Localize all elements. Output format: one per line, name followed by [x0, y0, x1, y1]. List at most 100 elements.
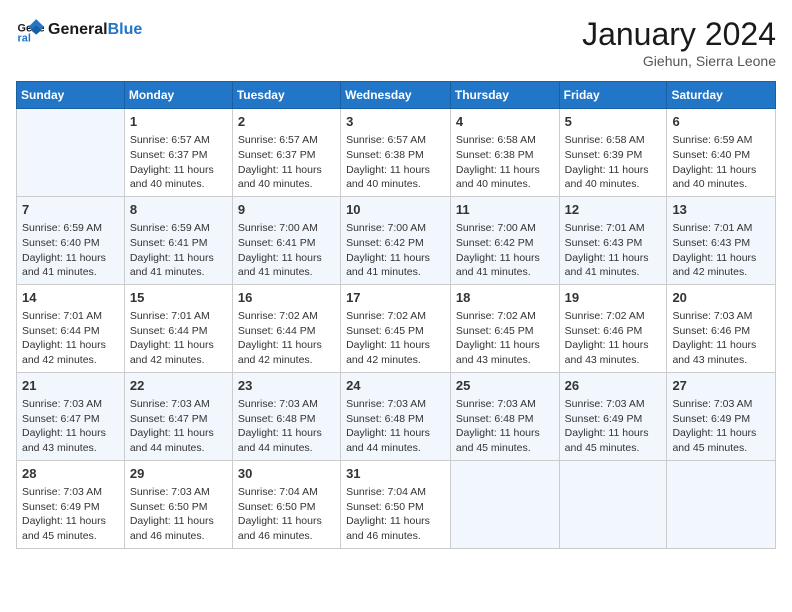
day-info: and 41 minutes. — [130, 265, 227, 280]
weekday-header: Monday — [124, 82, 232, 109]
day-info: and 44 minutes. — [346, 441, 445, 456]
day-info: Daylight: 11 hours — [565, 338, 662, 353]
day-info: Sunrise: 7:03 AM — [565, 397, 662, 412]
day-info: Sunrise: 7:03 AM — [346, 397, 445, 412]
calendar-cell: 18Sunrise: 7:02 AMSunset: 6:45 PMDayligh… — [450, 284, 559, 372]
day-info: and 42 minutes. — [238, 353, 335, 368]
day-number: 15 — [130, 289, 227, 307]
day-info: Sunset: 6:49 PM — [672, 412, 770, 427]
day-number: 19 — [565, 289, 662, 307]
calendar-cell: 25Sunrise: 7:03 AMSunset: 6:48 PMDayligh… — [450, 372, 559, 460]
day-number: 7 — [22, 201, 119, 219]
calendar-cell: 12Sunrise: 7:01 AMSunset: 6:43 PMDayligh… — [559, 196, 667, 284]
day-info: Sunrise: 7:00 AM — [346, 221, 445, 236]
day-info: Daylight: 11 hours — [238, 338, 335, 353]
logo: Gene ral GeneralBlue — [16, 16, 142, 44]
day-info: Sunset: 6:37 PM — [238, 148, 335, 163]
day-info: Daylight: 11 hours — [346, 163, 445, 178]
day-info: Sunset: 6:48 PM — [456, 412, 554, 427]
day-info: Sunrise: 7:03 AM — [130, 485, 227, 500]
calendar-cell: 20Sunrise: 7:03 AMSunset: 6:46 PMDayligh… — [667, 284, 776, 372]
calendar-cell: 5Sunrise: 6:58 AMSunset: 6:39 PMDaylight… — [559, 109, 667, 197]
day-number: 23 — [238, 377, 335, 395]
day-info: and 46 minutes. — [238, 529, 335, 544]
day-info: Sunset: 6:46 PM — [672, 324, 770, 339]
day-info: Sunset: 6:49 PM — [565, 412, 662, 427]
calendar-cell: 15Sunrise: 7:01 AMSunset: 6:44 PMDayligh… — [124, 284, 232, 372]
calendar-week-row: 7 Sunrise: 6:59 AM Sunset: 6:40 PM Daylight… — [17, 196, 776, 284]
day-number: 20 — [672, 289, 770, 307]
day-info: and 46 minutes. — [130, 529, 227, 544]
day-number: 21 — [22, 377, 119, 395]
day-info: Sunset: 6:41 PM — [238, 236, 335, 251]
day-info: and 43 minutes. — [22, 441, 119, 456]
calendar-cell — [450, 460, 559, 548]
day-info: Sunset: 6:42 PM — [346, 236, 445, 251]
calendar-cell: 24Sunrise: 7:03 AMSunset: 6:48 PMDayligh… — [341, 372, 451, 460]
day-info: Daylight: 11 hours — [238, 251, 335, 266]
day-info: Sunset: 6:47 PM — [22, 412, 119, 427]
calendar-cell: 8Sunrise: 6:59 AMSunset: 6:41 PMDaylight… — [124, 196, 232, 284]
day-info: and 40 minutes. — [130, 177, 227, 192]
day-number: 8 — [130, 201, 227, 219]
day-info: Daylight: 11 hours — [456, 251, 554, 266]
day-info: Daylight: 11 hours — [565, 251, 662, 266]
day-info: Sunset: 6:50 PM — [346, 500, 445, 515]
day-info: Sunrise: 7:03 AM — [130, 397, 227, 412]
day-info: Daylight: 11 hours — [238, 514, 335, 529]
day-number: 5 — [565, 113, 662, 131]
day-info: Sunset: 6:45 PM — [456, 324, 554, 339]
calendar-body: 1Sunrise: 6:57 AMSunset: 6:37 PMDaylight… — [17, 109, 776, 549]
calendar-cell: 17Sunrise: 7:02 AMSunset: 6:45 PMDayligh… — [341, 284, 451, 372]
calendar-cell: 29Sunrise: 7:03 AMSunset: 6:50 PMDayligh… — [124, 460, 232, 548]
calendar-cell: 19Sunrise: 7:02 AMSunset: 6:46 PMDayligh… — [559, 284, 667, 372]
day-info: Sunset: 6:44 PM — [130, 324, 227, 339]
svg-text:ral: ral — [18, 33, 31, 44]
day-info: Daylight: 11 hours — [672, 338, 770, 353]
day-number: 26 — [565, 377, 662, 395]
day-info: Daylight: 11 hours — [130, 251, 227, 266]
day-info: Sunset: 6:48 PM — [346, 412, 445, 427]
day-info: Sunset: 6:47 PM — [130, 412, 227, 427]
day-info: and 40 minutes. — [672, 177, 770, 192]
day-number: 13 — [672, 201, 770, 219]
day-info: Sunrise: 7:00 AM — [238, 221, 335, 236]
day-info: Sunset: 6:50 PM — [238, 500, 335, 515]
calendar-cell: 4Sunrise: 6:58 AMSunset: 6:38 PMDaylight… — [450, 109, 559, 197]
day-info: Daylight: 11 hours — [672, 163, 770, 178]
weekday-header: Sunday — [17, 82, 125, 109]
location-subtitle: Giehun, Sierra Leone — [582, 53, 776, 69]
calendar-cell: 27Sunrise: 7:03 AMSunset: 6:49 PMDayligh… — [667, 372, 776, 460]
day-info: Sunrise: 6:59 AM — [130, 221, 227, 236]
day-number: 25 — [456, 377, 554, 395]
day-info: and 40 minutes. — [456, 177, 554, 192]
day-info: and 42 minutes. — [130, 353, 227, 368]
day-info: Sunrise: 6:57 AM — [238, 133, 335, 148]
logo-blue: Blue — [108, 21, 143, 38]
calendar-cell — [17, 109, 125, 197]
calendar-cell: 28Sunrise: 7:03 AMSunset: 6:49 PMDayligh… — [17, 460, 125, 548]
day-info: Daylight: 11 hours — [130, 514, 227, 529]
day-info: Sunset: 6:43 PM — [565, 236, 662, 251]
weekday-header: Tuesday — [232, 82, 340, 109]
page-header: Gene ral GeneralBlue January 2024 Giehun… — [16, 16, 776, 69]
calendar-week-row: 14Sunrise: 7:01 AMSunset: 6:44 PMDayligh… — [17, 284, 776, 372]
day-info: Sunrise: 7:02 AM — [565, 309, 662, 324]
day-info: Sunset: 6:40 PM — [22, 236, 119, 251]
calendar-week-row: 28Sunrise: 7:03 AMSunset: 6:49 PMDayligh… — [17, 460, 776, 548]
day-info: and 40 minutes. — [565, 177, 662, 192]
day-info: Sunset: 6:38 PM — [346, 148, 445, 163]
calendar-cell — [667, 460, 776, 548]
day-info: Daylight: 11 hours — [672, 251, 770, 266]
title-section: January 2024 Giehun, Sierra Leone — [582, 16, 776, 69]
calendar-cell: 1Sunrise: 6:57 AMSunset: 6:37 PMDaylight… — [124, 109, 232, 197]
day-info: Daylight: 11 hours — [22, 338, 119, 353]
logo-general: General — [48, 21, 108, 38]
calendar-cell: 26Sunrise: 7:03 AMSunset: 6:49 PMDayligh… — [559, 372, 667, 460]
calendar-cell: 3Sunrise: 6:57 AMSunset: 6:38 PMDaylight… — [341, 109, 451, 197]
day-info: Sunrise: 7:02 AM — [238, 309, 335, 324]
day-info: Sunset: 6:49 PM — [22, 500, 119, 515]
day-info: Sunrise: 7:03 AM — [238, 397, 335, 412]
day-info: Daylight: 11 hours — [130, 426, 227, 441]
weekday-header: Wednesday — [341, 82, 451, 109]
